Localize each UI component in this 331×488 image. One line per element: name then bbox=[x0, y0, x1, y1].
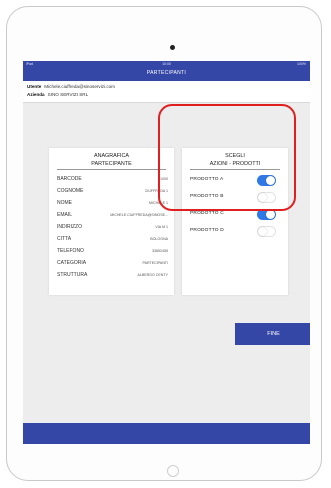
user-row: Utente Michele.ciuffreda@sinoservizi.com bbox=[27, 84, 115, 89]
field-label: STRUTTURA bbox=[57, 272, 88, 278]
field-label: TELEFONO bbox=[57, 248, 84, 254]
field-struttura: STRUTTURA ALBERGO CENTY bbox=[57, 270, 168, 281]
field-barcode: BARCODE 1000 bbox=[57, 174, 168, 185]
product-label: PRODOTTO D bbox=[190, 228, 224, 233]
status-time: 10:00 bbox=[162, 62, 171, 66]
field-label: COGNOME bbox=[57, 188, 84, 194]
finish-button[interactable]: FINE bbox=[235, 323, 310, 345]
field-nome: NOME MICHELE 1 bbox=[57, 198, 168, 209]
field-label: EMAIL bbox=[57, 212, 73, 218]
company-row: Azienda SINO SERVIZI SRL bbox=[27, 92, 88, 97]
front-camera bbox=[170, 45, 175, 50]
anagrafica-subtitle: PARTECIPANTE bbox=[91, 161, 132, 167]
field-value: BOLOGNA bbox=[150, 237, 168, 241]
field-categoria: CATEGORIA PARTECIPANTI bbox=[57, 258, 168, 269]
page-title: PARTECIPANTI bbox=[146, 70, 187, 76]
product-row-d: PRODOTTO D bbox=[190, 224, 282, 239]
field-value: PARTECIPANTI bbox=[142, 261, 168, 265]
field-label: CATEGORIA bbox=[57, 260, 87, 266]
status-battery: 100% bbox=[297, 62, 306, 66]
field-citta: CITTA BOLOGNA bbox=[57, 234, 168, 245]
user-label: Utente bbox=[27, 84, 42, 89]
field-telefono: TELEFONO 33652455 bbox=[57, 246, 168, 257]
user-value: Michele.ciuffreda@sinoservizi.com bbox=[44, 84, 115, 89]
field-email: EMAIL MICHELE.CIUFFREDA@SINOSE... bbox=[57, 210, 168, 221]
field-value: VIA M 1 bbox=[155, 225, 168, 229]
app-header: iPad 10:00 100% PARTECIPANTI bbox=[23, 61, 310, 81]
anagrafica-title: ANAGRAFICA bbox=[93, 153, 130, 159]
field-label: INDIRIZZO bbox=[57, 224, 82, 230]
toggle-knob bbox=[258, 227, 267, 236]
field-value: 33652455 bbox=[152, 249, 168, 253]
field-indirizzo: INDIRIZZO VIA M 1 bbox=[57, 222, 168, 233]
field-label: NOME bbox=[57, 200, 72, 206]
company-value: SINO SERVIZI SRL bbox=[47, 92, 89, 97]
toggle-knob bbox=[266, 210, 275, 219]
product-d-toggle[interactable] bbox=[257, 226, 276, 237]
company-label: Azienda bbox=[27, 92, 45, 97]
bottom-bar bbox=[23, 423, 310, 444]
highlight-annotation bbox=[158, 104, 296, 211]
field-value: MICHELE.CIUFFREDA@SINOSE... bbox=[110, 213, 168, 217]
divider bbox=[57, 169, 166, 170]
product-label: PRODOTTO C bbox=[190, 211, 224, 216]
field-label: BARCODE bbox=[57, 176, 82, 182]
home-button[interactable] bbox=[167, 465, 179, 477]
field-cognome: COGNOME CIUFFREDA 1 bbox=[57, 186, 168, 197]
user-info-bar: Utente Michele.ciuffreda@sinoservizi.com … bbox=[23, 81, 310, 103]
field-value: ALBERGO CENTY bbox=[137, 273, 168, 277]
field-label: CITTA bbox=[57, 236, 72, 242]
anagrafica-card: ANAGRAFICA PARTECIPANTE BARCODE 1000 COG… bbox=[49, 148, 174, 295]
